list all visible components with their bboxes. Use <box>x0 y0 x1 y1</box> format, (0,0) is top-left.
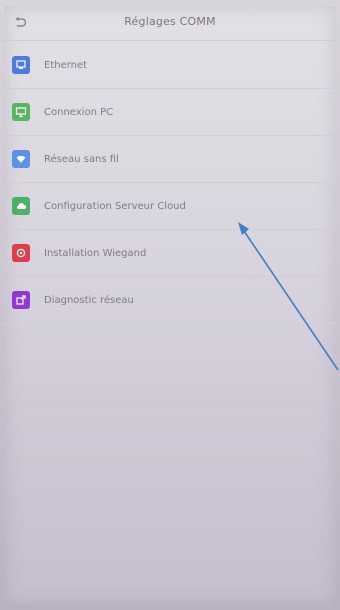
top-bar: Réglages COMM <box>4 6 336 41</box>
cloud-icon <box>12 197 30 215</box>
wiegand-icon <box>12 244 30 262</box>
menu-item-label: Réseau sans fil <box>44 153 119 165</box>
menu-item-label: Configuration Serveur Cloud <box>44 200 186 212</box>
menu-item-label: Installation Wiegand <box>44 247 147 259</box>
menu-item-network-diagnostic[interactable]: Diagnostic réseau <box>4 277 336 324</box>
device-screen: Réglages COMM Ethernet Connexion PC Rése… <box>4 6 336 606</box>
menu-item-label: Diagnostic réseau <box>44 294 134 306</box>
menu-list: Ethernet Connexion PC Réseau sans fil Co… <box>4 42 336 324</box>
photo-frame: Réglages COMM Ethernet Connexion PC Rése… <box>0 0 340 610</box>
menu-item-pc-connection[interactable]: Connexion PC <box>4 89 336 136</box>
menu-item-wireless-network[interactable]: Réseau sans fil <box>4 136 336 183</box>
menu-item-cloud-server-configuration[interactable]: Configuration Serveur Cloud <box>4 183 336 230</box>
pc-connection-icon <box>12 103 30 121</box>
menu-item-label: Connexion PC <box>44 106 114 118</box>
page-title: Réglages COMM <box>124 15 216 28</box>
wifi-icon <box>12 150 30 168</box>
menu-item-ethernet[interactable]: Ethernet <box>4 42 336 89</box>
menu-item-wiegand-installation[interactable]: Installation Wiegand <box>4 230 336 277</box>
menu-item-label: Ethernet <box>44 59 88 71</box>
ethernet-icon <box>12 56 30 74</box>
network-diagnostic-icon <box>12 291 30 309</box>
